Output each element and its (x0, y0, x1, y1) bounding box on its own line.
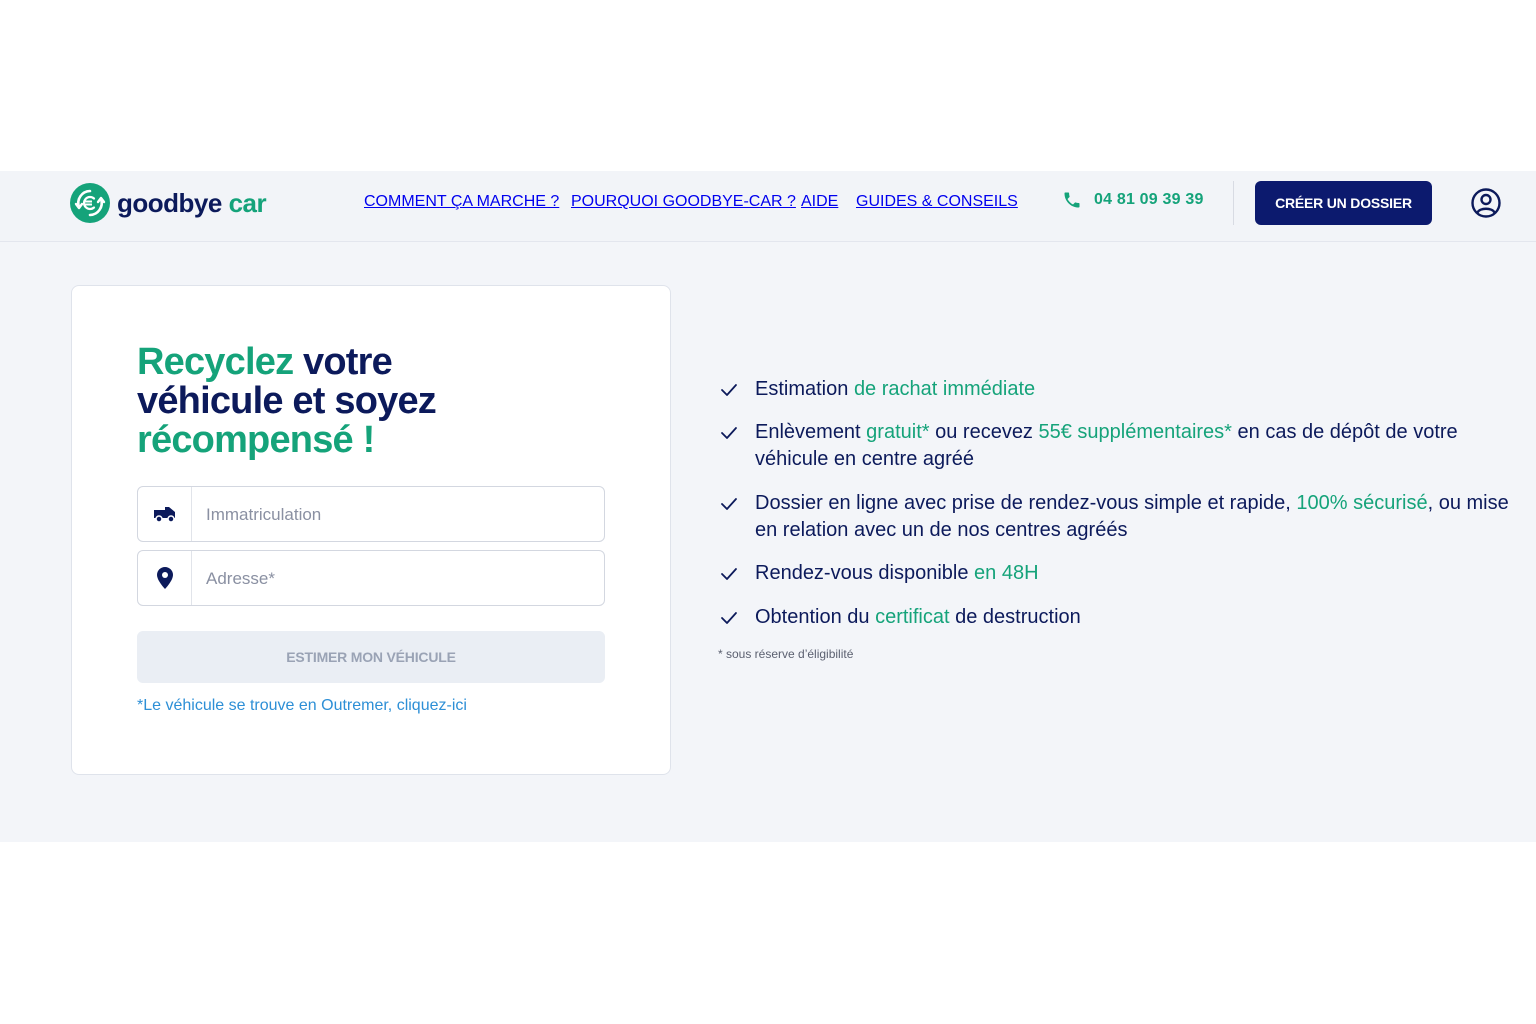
benefit-highlight: en 48H (974, 562, 1039, 584)
benefit-item: Enlèvement gratuit* ou recevez 55€ suppl… (720, 419, 1515, 473)
address-input[interactable] (204, 565, 588, 593)
check-icon (720, 376, 755, 411)
benefit-text: Dossier en ligne avec prise de rendez-vo… (755, 490, 1515, 544)
hero-title: Recyclez votre véhicule et soyez récompe… (137, 343, 537, 460)
address-field (137, 550, 605, 606)
benefit-text: Rendez-vous disponible en 48H (755, 560, 1515, 595)
nav-pourquoi-goodbye-car[interactable]: POURQUOI GOODBYE-CAR ? (571, 193, 796, 211)
benefit-text-part: de destruction (949, 606, 1081, 628)
benefit-text: Obtention du certificat de destruction (755, 604, 1515, 639)
plate-input[interactable] (204, 501, 588, 529)
benefit-highlight: 100% sécurisé (1296, 492, 1428, 514)
create-dossier-button[interactable]: CRÉER UN DOSSIER (1255, 181, 1432, 225)
benefit-text-part: ou recevez (929, 421, 1039, 443)
outremer-link[interactable]: *Le véhicule se trouve en Outremer, cliq… (137, 697, 467, 715)
benefit-highlight: de rachat immédiate (853, 378, 1036, 400)
location-pin-icon (138, 551, 192, 605)
hero-title-green-1: Recyclez (137, 341, 294, 383)
brand-wordmark-goodbye: goodbye (117, 187, 222, 218)
phone-link[interactable]: 04 81 09 39 39 (1062, 190, 1204, 210)
euro-recycle-icon (70, 183, 110, 223)
phone-number: 04 81 09 39 39 (1094, 191, 1204, 208)
hero-title-green-2: récompensé ! (137, 419, 375, 461)
benefit-highlight: gratuit* (866, 421, 930, 443)
benefit-highlight: certificat (875, 606, 950, 628)
brand-logo[interactable]: goodbye car (70, 183, 267, 223)
benefit-text: Estimation de rachat immédiate (755, 376, 1515, 411)
benefit-item: Estimation de rachat immédiate (720, 376, 1515, 411)
brand-wordmark: goodbye car (117, 187, 267, 219)
brand-wordmark-car: car (228, 187, 267, 218)
benefit-text-part: Enlèvement (755, 421, 867, 443)
check-icon (720, 560, 755, 595)
check-icon (720, 419, 755, 473)
estimate-button[interactable]: ESTIMER MON VÉHICULE (137, 631, 605, 683)
header-divider (1233, 181, 1234, 225)
benefit-highlight: 55€ supplémentaires* (1038, 421, 1232, 443)
benefit-text-part: Dossier en ligne avec prise de rendez-vo… (755, 492, 1297, 514)
nav-comment-ca-marche[interactable]: COMMENT ÇA MARCHE ? (364, 193, 559, 211)
benefit-text-part: Estimation (755, 378, 854, 400)
benefit-text: Enlèvement gratuit* ou recevez 55€ suppl… (755, 419, 1515, 473)
benefit-item: Dossier en ligne avec prise de rendez-vo… (720, 490, 1515, 544)
nav-aide[interactable]: AIDE (801, 193, 838, 211)
phone-icon (1064, 192, 1080, 208)
benefit-text-part: Obtention du (755, 606, 876, 628)
benefit-item: Obtention du certificat de destruction (720, 604, 1515, 639)
car-icon (138, 487, 192, 541)
nav-guides-conseils[interactable]: GUIDES & CONSEILS (856, 193, 1018, 211)
benefit-item: Rendez-vous disponible en 48H (720, 560, 1515, 595)
eligibility-footnote: * sous réserve d’éligibilité (718, 647, 854, 661)
check-icon (720, 604, 755, 639)
benefit-text-part: Rendez-vous disponible (755, 562, 975, 584)
plate-field (137, 486, 605, 542)
check-icon (720, 490, 755, 544)
user-circle-icon[interactable] (1470, 187, 1502, 219)
